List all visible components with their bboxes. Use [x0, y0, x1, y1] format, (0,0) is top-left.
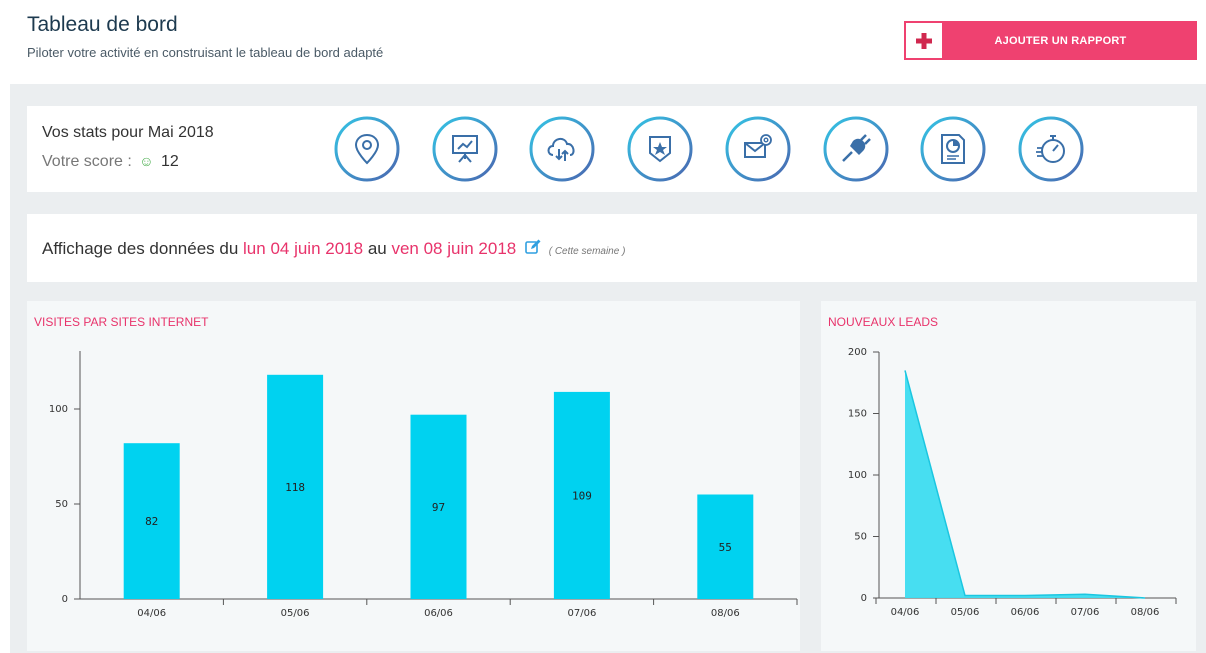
stats-score: Votre score : ☺ 12	[42, 153, 179, 171]
bar-value-label: 82	[145, 515, 158, 528]
y-tick-label: 200	[848, 347, 867, 358]
presentation-board-icon[interactable]	[431, 115, 499, 183]
week-note: ( Cette semaine )	[548, 246, 626, 257]
date-start[interactable]: lun 04 juin 2018	[243, 239, 363, 258]
stopwatch-icon[interactable]	[1017, 115, 1085, 183]
y-tick-label: 100	[848, 470, 867, 481]
add-report-label: AJOUTER UN RAPPORT	[994, 34, 1127, 47]
leads-chart-card: NOUVEAUX LEADS 0 50 100 150 200 04/06 05/06 06/…	[821, 301, 1196, 651]
bar-value-label: 109	[572, 489, 592, 502]
bar-value-label: 97	[432, 501, 445, 514]
page-subtitle: Piloter votre activité en construisant l…	[27, 45, 384, 60]
x-tick-label: 08/06	[711, 608, 740, 619]
bar-value-label: 55	[719, 541, 732, 554]
leads-area-chart: 0 50 100 150 200 04/06 05/06 06/06 07/06 08/06	[848, 347, 1177, 618]
x-tick-label: 08/06	[1131, 607, 1160, 618]
x-tick-label: 05/06	[951, 607, 980, 618]
x-tick-label: 07/06	[1071, 607, 1100, 618]
x-tick-label: 06/06	[424, 608, 453, 619]
x-tick-label: 06/06	[1011, 607, 1040, 618]
date-end[interactable]: ven 08 juin 2018	[391, 239, 516, 258]
dashboard-content: Vos stats pour Mai 2018 Votre score : ☺ …	[10, 84, 1206, 653]
page-title: Tableau de bord	[27, 13, 178, 36]
x-tick-label: 07/06	[567, 608, 596, 619]
edit-icon[interactable]	[525, 239, 541, 260]
score-label: Votre score :	[42, 153, 132, 170]
page-header: Tableau de bord Piloter votre activité e…	[0, 0, 1206, 84]
email-at-icon[interactable]	[724, 115, 792, 183]
date-middle: au	[367, 239, 387, 258]
y-tick-label: 0	[62, 594, 68, 605]
visits-chart-card: VISITES PAR SITES INTERNET 0 50 100 82 04/06…	[27, 301, 800, 651]
bar-value-label: 118	[285, 481, 305, 494]
area-fill	[905, 370, 1145, 598]
y-tick-label: 50	[55, 499, 68, 510]
score-value: 12	[161, 153, 179, 170]
stats-title: Vos stats pour Mai 2018	[42, 124, 214, 141]
smiley-icon: ☺	[139, 153, 154, 169]
x-tick-label: 04/06	[891, 607, 920, 618]
stats-card: Vos stats pour Mai 2018 Votre score : ☺ …	[27, 106, 1197, 192]
report-chart-icon[interactable]	[919, 115, 987, 183]
plus-icon	[904, 21, 944, 60]
cloud-sync-icon[interactable]	[528, 115, 596, 183]
y-tick-label: 150	[848, 409, 867, 420]
date-range-text: Affichage des données du lun 04 juin 201…	[42, 239, 625, 260]
visits-bar-chart: 0 50 100 82 04/06 118 05/06 97 06/06 109 07/06 55 08…	[49, 351, 798, 619]
plug-icon[interactable]	[822, 115, 890, 183]
date-prefix: Affichage des données du	[42, 239, 239, 258]
add-report-button[interactable]: AJOUTER UN RAPPORT	[904, 21, 1197, 60]
x-tick-label: 04/06	[137, 608, 166, 619]
y-tick-label: 50	[854, 532, 867, 543]
x-tick-label: 05/06	[281, 608, 310, 619]
y-tick-label: 100	[49, 404, 68, 415]
badge-star-icon[interactable]	[626, 115, 694, 183]
y-tick-label: 0	[861, 593, 867, 604]
date-range-card: Affichage des données du lun 04 juin 201…	[27, 214, 1197, 282]
location-pin-icon[interactable]	[333, 115, 401, 183]
